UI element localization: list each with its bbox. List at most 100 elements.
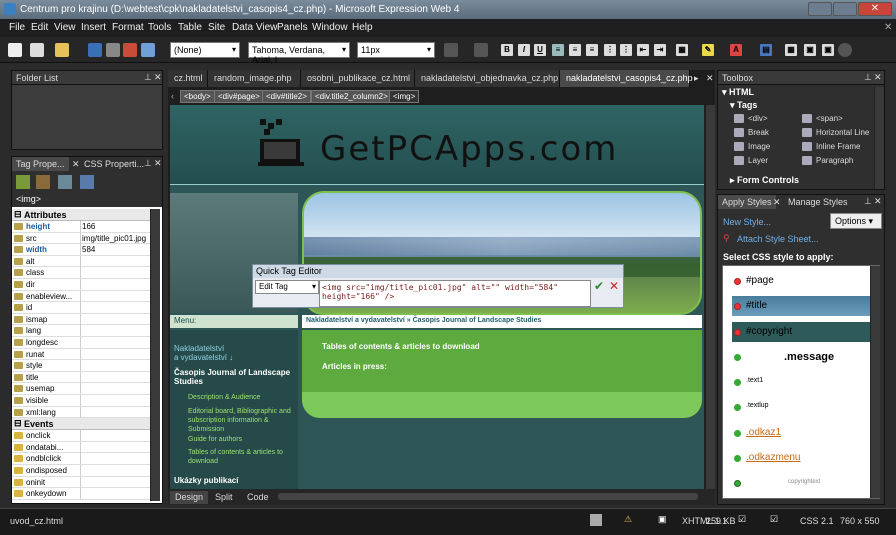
confirm-icon[interactable]: ✔ bbox=[594, 279, 604, 293]
preview-icon[interactable] bbox=[141, 43, 155, 57]
attribute-row-style[interactable]: style bbox=[12, 360, 150, 372]
tab-design[interactable]: Design bbox=[170, 491, 209, 504]
style-title[interactable]: #title bbox=[732, 296, 872, 316]
tag-icon[interactable] bbox=[80, 175, 94, 189]
style-text1[interactable]: .text1 bbox=[732, 372, 872, 392]
menu-tools[interactable]: Tools bbox=[148, 22, 171, 33]
close-button[interactable]: ✕ bbox=[858, 2, 892, 16]
attribute-row-runat[interactable]: runat bbox=[12, 348, 150, 361]
crumb-img[interactable]: <img> bbox=[389, 90, 420, 103]
menu-table[interactable]: Table bbox=[178, 22, 202, 33]
menu-window[interactable]: Window bbox=[312, 22, 348, 33]
attribute-value[interactable]: 166 bbox=[82, 222, 95, 231]
attribute-row-alt[interactable]: alt bbox=[12, 255, 150, 268]
attribute-value[interactable]: 584 bbox=[82, 245, 95, 254]
attribute-row-usemap[interactable]: usemap bbox=[12, 383, 150, 395]
pin-icon[interactable]: ⊥ bbox=[144, 72, 152, 83]
group-attributes[interactable]: ⊟ Attributes bbox=[12, 209, 160, 221]
style-odkazmenu[interactable]: .odkazmenu bbox=[732, 448, 872, 468]
status-dims[interactable]: 760 x 550 bbox=[840, 516, 880, 526]
menu-panels[interactable]: Panels bbox=[277, 22, 308, 33]
align-left-icon[interactable]: ≡ bbox=[552, 44, 564, 56]
tool-break[interactable]: Break bbox=[734, 128, 769, 137]
sidebar-item[interactable]: Tables of contents & articles to downloa… bbox=[188, 448, 294, 466]
attribute-row-visible[interactable]: visible bbox=[12, 395, 150, 407]
table-icon[interactable]: ▦ bbox=[785, 44, 797, 56]
crumb-title2[interactable]: <div#title2> bbox=[262, 90, 311, 103]
style-copyrightext[interactable]: copyrightext bbox=[732, 473, 872, 493]
tabs-scroll-icon[interactable]: ▸ bbox=[694, 73, 699, 84]
options-button[interactable]: Options ▾ bbox=[830, 213, 882, 229]
visual-aids-icon[interactable]: ▣ bbox=[658, 514, 667, 525]
tab-manage-styles[interactable]: Manage Styles bbox=[784, 195, 852, 209]
snapshot-icon[interactable]: ▣ bbox=[804, 44, 816, 56]
attribute-row-enableview[interactable]: enableview... bbox=[12, 290, 150, 303]
style-textlup[interactable]: .textlup bbox=[732, 397, 872, 417]
sidebar-item[interactable]: Description & Audience bbox=[188, 394, 294, 401]
sort-icon[interactable] bbox=[36, 175, 50, 189]
html-section[interactable]: ▾ HTML bbox=[722, 87, 754, 98]
close-doc-icon[interactable]: ✕ bbox=[706, 73, 714, 84]
tab-nakladatelstvi-casopis4[interactable]: nakladatelstvi_casopis4_cz.php bbox=[560, 70, 693, 87]
show-set-icon[interactable] bbox=[58, 175, 72, 189]
tab-nakladatelstvi-objednavka[interactable]: nakladatelstvi_objednavka_cz.php bbox=[415, 70, 560, 87]
attribute-row-title[interactable]: title bbox=[12, 371, 150, 384]
cancel-icon[interactable]: ✕ bbox=[609, 279, 619, 293]
align-right-icon[interactable]: ≡ bbox=[586, 44, 598, 56]
styles-scrollbar[interactable] bbox=[870, 266, 880, 498]
attribute-row-dir[interactable]: dir bbox=[12, 279, 150, 291]
categorize-icon[interactable] bbox=[16, 175, 30, 189]
group-events[interactable]: ⊟ Events bbox=[12, 418, 150, 431]
bullet-list-icon[interactable]: ⋮ bbox=[620, 44, 632, 56]
close-tab-icon[interactable]: ✕ bbox=[72, 159, 80, 170]
style-application-icon[interactable]: ☑ bbox=[738, 514, 746, 525]
menu-help[interactable]: Help bbox=[352, 22, 373, 33]
attach-style-sheet-link[interactable]: Attach Style Sheet... bbox=[737, 234, 819, 244]
highlight-icon[interactable]: ✎ bbox=[702, 44, 714, 56]
attribute-row-src[interactable]: src img/title_pic01.jpg bbox=[12, 232, 150, 245]
sidebar-link-1[interactable]: Nakladatelství bbox=[174, 344, 224, 353]
menu-view[interactable]: View bbox=[54, 22, 76, 33]
underline-button[interactable]: U bbox=[534, 44, 546, 56]
form-controls-section[interactable]: ▸ Form Controls bbox=[730, 175, 799, 186]
close-panel-icon[interactable]: ✕ bbox=[154, 158, 162, 169]
toolbox-scrollbar[interactable] bbox=[874, 87, 884, 189]
tool-span[interactable]: <span> bbox=[802, 114, 843, 123]
tag-code-input[interactable]: <img src="img/title_pic01.jpg" alt="" wi… bbox=[319, 280, 591, 307]
menu-format[interactable]: Format bbox=[112, 22, 144, 33]
event-row-onkeydown[interactable]: onkeydown bbox=[12, 488, 150, 500]
pin-icon[interactable]: ⊥ bbox=[864, 72, 872, 83]
style-copyright[interactable]: #copyright bbox=[732, 322, 872, 342]
sidebar-item[interactable]: Editorial board, Bibliographic and subsc… bbox=[188, 407, 294, 434]
mode-select[interactable]: Edit Tag ▾ bbox=[255, 280, 319, 294]
tab-code[interactable]: Code bbox=[242, 491, 274, 504]
bold-button[interactable]: B bbox=[501, 44, 513, 56]
attribute-row-height[interactable]: height 166 bbox=[12, 221, 150, 233]
close-panel-icon[interactable]: ✕ bbox=[874, 72, 882, 83]
tool-image[interactable]: Image bbox=[734, 142, 770, 151]
record-icon[interactable] bbox=[838, 43, 852, 57]
horizontal-scrollbar[interactable] bbox=[278, 493, 698, 500]
tab-split[interactable]: Split bbox=[210, 491, 238, 504]
save-icon[interactable] bbox=[88, 43, 102, 57]
pin-icon[interactable]: ⊥ bbox=[144, 158, 152, 169]
outdent-icon[interactable]: ⇤ bbox=[637, 44, 649, 56]
tags-section[interactable]: ▾ Tags bbox=[730, 100, 757, 111]
menu-insert[interactable]: Insert bbox=[81, 22, 106, 33]
page-breadcrumb[interactable]: Nakladatelství a vydavatelství » Časopis… bbox=[302, 315, 702, 328]
numbered-list-icon[interactable]: ⋮ bbox=[604, 44, 616, 56]
event-row-oninit[interactable]: oninit bbox=[12, 476, 150, 489]
grid-icon[interactable]: ▣ bbox=[822, 44, 834, 56]
close-tab-icon[interactable]: ✕ bbox=[773, 197, 781, 208]
borders-icon[interactable]: ▦ bbox=[676, 44, 688, 56]
tool-paragraph[interactable]: Paragraph bbox=[802, 156, 853, 165]
page-icon[interactable] bbox=[590, 514, 602, 526]
style-odkaz1[interactable]: .odkaz1 bbox=[732, 423, 872, 443]
status-css[interactable]: CSS 2.1 bbox=[800, 516, 834, 526]
warning-icon[interactable]: ⚠ bbox=[624, 514, 632, 525]
close-panel-icon[interactable]: ✕ bbox=[874, 196, 882, 207]
event-row-ondatabi[interactable]: ondatabi... bbox=[12, 441, 150, 454]
attribute-row-ismap[interactable]: ismap bbox=[12, 313, 150, 326]
style-page[interactable]: #page bbox=[732, 271, 872, 291]
attribute-row-class[interactable]: class bbox=[12, 267, 150, 279]
